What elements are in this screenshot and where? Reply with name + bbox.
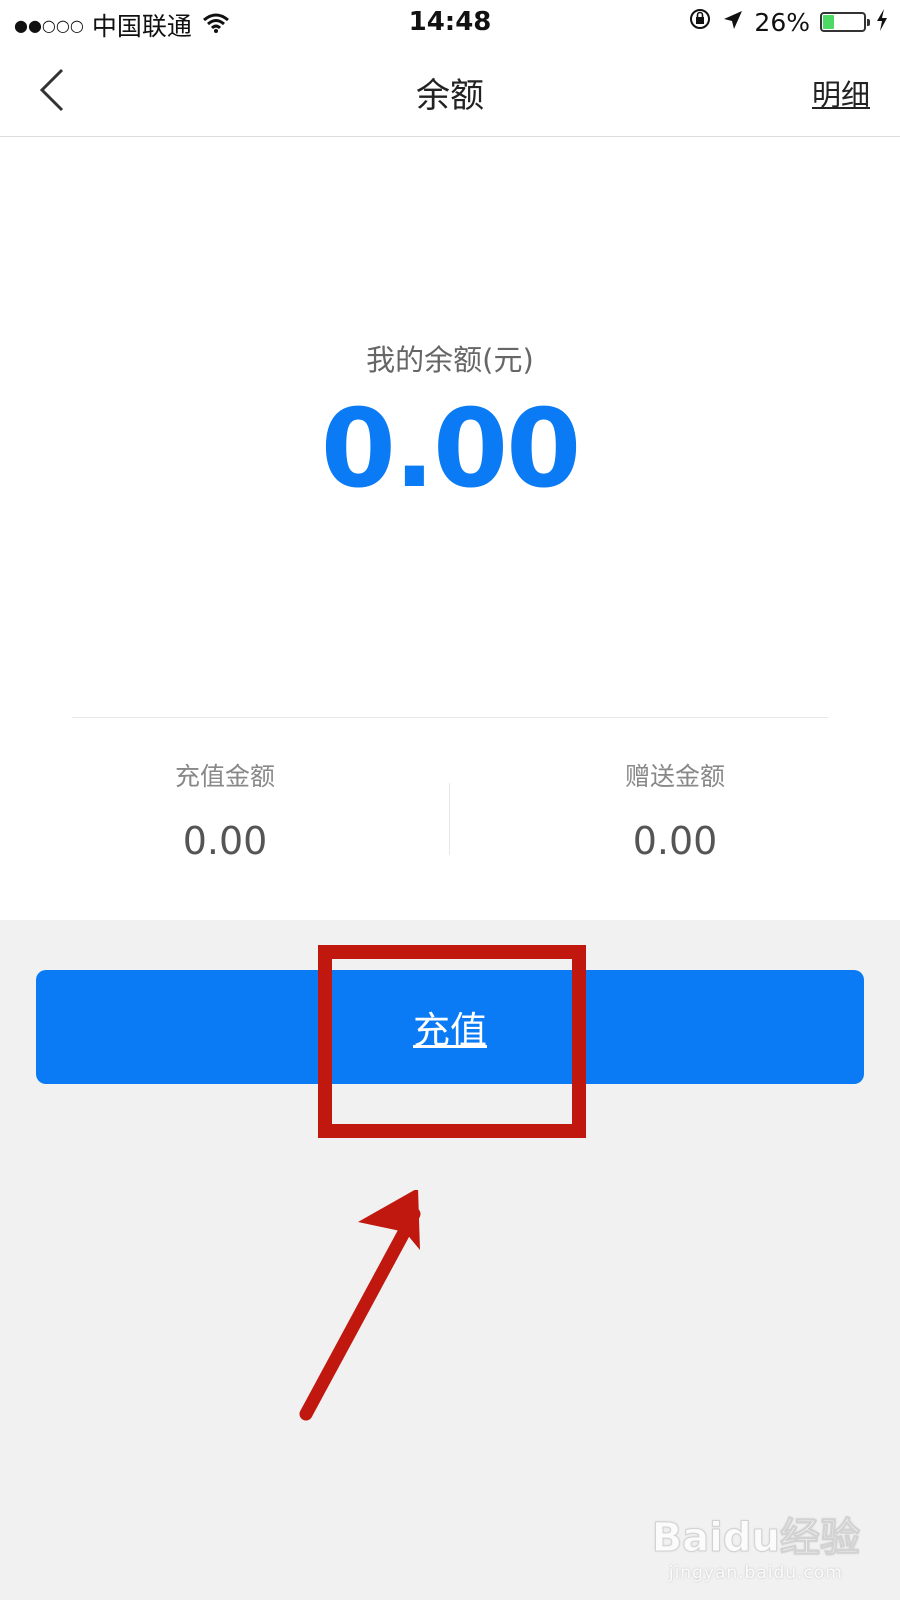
detail-link[interactable]: 明细 <box>812 72 870 114</box>
battery-fill <box>823 15 834 29</box>
charging-bolt-icon <box>876 8 888 37</box>
nav-bar: 余额 明细 <box>0 46 900 137</box>
balance-value: 0.00 <box>320 387 581 512</box>
status-bar: ●●○○○ 中国联通 14:48 26% <box>0 0 900 46</box>
watermark-url: jingyan.baidu.com <box>668 1563 843 1583</box>
recharge-amount-stat: 充值金额 0.00 <box>75 757 375 863</box>
divider <box>72 717 828 718</box>
recharge-amount-value: 0.00 <box>182 819 268 863</box>
status-right: 26% <box>688 7 888 37</box>
annotation-highlight-box <box>318 945 586 1138</box>
location-arrow-icon <box>722 8 744 37</box>
baidu-jingyan-watermark: Baidu经验 jingyan.baidu.com <box>651 1505 860 1584</box>
battery-nub <box>867 19 870 26</box>
rotation-lock-icon <box>688 7 712 37</box>
stat-divider <box>449 783 450 855</box>
balance-panel: 我的余额(元) 0.00 充值金额 0.00 赠送金额 0.00 <box>0 137 900 920</box>
page-title: 余额 <box>416 76 484 116</box>
red-arrow-icon <box>299 1190 421 1421</box>
battery-percent: 26% <box>754 7 810 37</box>
bonus-amount-label: 赠送金额 <box>624 762 725 791</box>
balance-label: 我的余额(元) <box>366 343 534 377</box>
battery-icon <box>820 12 870 32</box>
recharge-amount-label: 充值金额 <box>174 762 275 791</box>
bonus-amount-stat: 赠送金额 0.00 <box>525 757 825 863</box>
bonus-amount-value: 0.00 <box>632 819 718 863</box>
watermark-logo: Baidu经验 <box>651 1515 860 1562</box>
